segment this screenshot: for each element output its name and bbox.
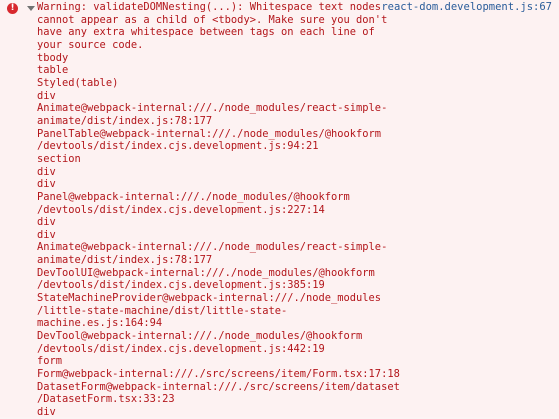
message-line: section [37,152,81,165]
message-line: div [37,216,56,229]
message-line: tbody [37,51,69,64]
message-line: Warning: validateDOMNesting(...): Whites… [37,1,382,13]
message-line: form [37,355,63,368]
message-line: have any extra whitespace between tags o… [37,26,375,39]
message-line: /devtools/dist/index.cjs.development.js:… [37,342,325,355]
message-line: DevTool@webpack-internal:///./node_modul… [37,330,363,343]
message-line: your source code. [37,38,144,51]
message-line: Styled(table) [37,76,119,89]
message-line: StateMachineProvider@webpack-internal://… [37,292,382,305]
message-line: DatasetForm@webpack-internal:///./src/sc… [37,380,400,393]
message-line: DevToolUI@webpack-internal:///./node_mod… [37,266,375,279]
message-line: div [37,89,56,102]
message-line: machine.es.js:164:94 [37,317,163,330]
expand-triangle-icon[interactable] [27,6,35,11]
console-error-message: ! react-dom.development.js:67 Warning: v… [0,0,559,419]
message-line: /little-state-machine/dist/little-state- [37,304,288,317]
error-icon: ! [7,3,18,14]
message-line: Form@webpack-internal:///./src/screens/i… [37,368,400,381]
message-line: Animate@webpack-internal:///./node_modul… [37,241,388,254]
message-line: div [37,228,56,241]
message-line: /devtools/dist/index.cjs.development.js:… [37,140,319,153]
message-line: div [37,406,56,418]
message-line: table [37,64,69,77]
message-line: /DatasetForm.tsx:33:23 [37,393,175,406]
message-line: div [37,178,56,191]
message-line: animate/dist/index.js:78:177 [37,254,213,267]
message-line: Animate@webpack-internal:///./node_modul… [37,102,388,115]
message-line: div [37,165,56,178]
message-line: cannot appear as a child of <tbody>. Mak… [37,13,388,26]
source-link[interactable]: react-dom.development.js:67 [381,1,552,14]
stack-trace-text: Warning: validateDOMNesting(...): Whites… [37,1,400,419]
message-line: PanelTable@webpack-internal:///./node_mo… [37,127,382,140]
message-line: /devtools/dist/index.cjs.development.js:… [37,203,325,216]
message-line: animate/dist/index.js:78:177 [37,114,213,127]
message-line: Panel@webpack-internal:///./node_modules… [37,190,350,203]
message-line: /devtools/dist/index.cjs.development.js:… [37,279,325,292]
